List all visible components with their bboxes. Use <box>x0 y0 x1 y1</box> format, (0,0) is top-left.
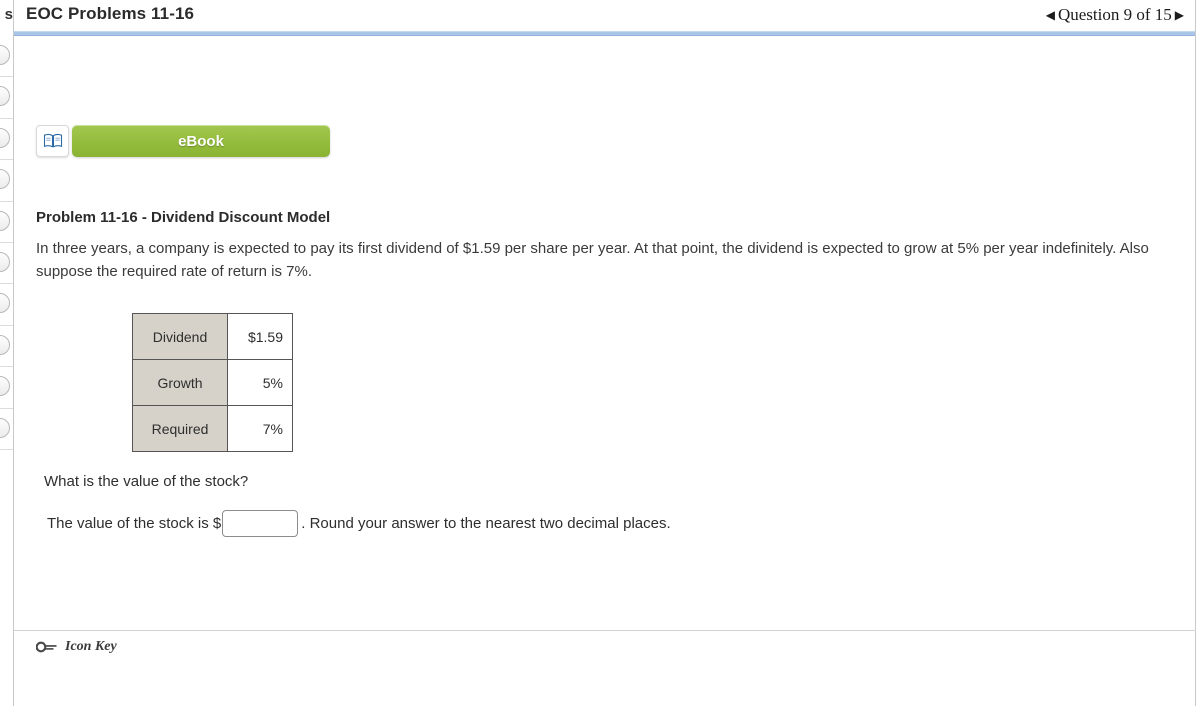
bullet-circle-icon <box>0 169 10 190</box>
answer-row: The value of the stock is $ . Round your… <box>47 510 671 537</box>
table-row: Growth 5% <box>132 359 293 406</box>
table-cell-label: Growth <box>132 359 228 406</box>
list-item[interactable] <box>0 77 13 119</box>
list-item[interactable] <box>0 202 13 243</box>
table-row: Dividend $1.59 <box>132 313 293 360</box>
book-icon[interactable] <box>36 125 69 157</box>
answer-prefix-label: The value of the stock is $ <box>47 515 222 532</box>
table-cell-value: $1.59 <box>227 313 293 360</box>
left-sidebar-rail: s <box>0 0 14 706</box>
answer-suffix-label: . Round your answer to the nearest two d… <box>301 515 671 532</box>
problem-body-text: In three years, a company is expected to… <box>36 240 1149 280</box>
list-item[interactable] <box>0 326 13 368</box>
assumptions-table: Dividend $1.59 Growth 5% Required 7% <box>132 313 293 452</box>
key-icon <box>36 641 57 653</box>
rail-top-letter: s <box>4 6 13 23</box>
list-item[interactable] <box>0 243 13 285</box>
list-item[interactable] <box>0 119 13 161</box>
question-prompt: What is the value of the stock? <box>44 473 249 490</box>
bullet-circle-icon <box>0 127 10 148</box>
bullet-circle-icon <box>0 251 10 272</box>
content-area: eBook Problem 11-16 - Dividend Discount … <box>14 37 1196 622</box>
bullet-circle-icon <box>0 210 10 231</box>
bullet-circle-icon <box>0 86 10 107</box>
question-counter-label: Question 9 of 15 <box>1057 5 1172 24</box>
next-question-icon[interactable]: ▶ <box>1172 8 1187 23</box>
bullet-circle-icon <box>0 334 10 355</box>
table-cell-label: Required <box>132 405 228 452</box>
bullet-circle-icon <box>0 293 10 314</box>
bullet-circle-icon <box>0 376 10 397</box>
table-row: Required 7% <box>132 405 293 452</box>
page-title: EOC Problems 11-16 <box>26 4 195 23</box>
ebook-toolbar: eBook <box>36 125 330 157</box>
header-bar: EOC Problems 11-16 ◀ Question 9 of 15 ▶ <box>14 0 1195 36</box>
ebook-button-label: eBook <box>178 132 224 150</box>
list-item[interactable] <box>0 36 13 78</box>
list-item[interactable] <box>0 409 13 450</box>
footer-bar: Icon Key <box>14 630 1196 706</box>
previous-question-icon[interactable]: ◀ <box>1043 8 1058 23</box>
table-cell-label: Dividend <box>132 313 228 360</box>
list-item[interactable] <box>0 367 13 409</box>
icon-key-button[interactable]: Icon Key <box>36 639 117 655</box>
bullet-circle-icon <box>0 417 10 438</box>
table-cell-value: 5% <box>227 359 293 406</box>
list-item[interactable] <box>0 284 13 326</box>
bullet-circle-icon <box>0 45 10 65</box>
ebook-button[interactable]: eBook <box>72 125 330 157</box>
problem-title: Problem 11-16 - Dividend Discount Model <box>36 209 331 226</box>
list-item[interactable] <box>0 160 13 202</box>
header-accent-rule <box>14 31 1195 36</box>
answer-input[interactable] <box>222 510 299 537</box>
question-navigation: ◀ Question 9 of 15 ▶ <box>1043 5 1187 25</box>
main-panel: EOC Problems 11-16 ◀Question 9 of 15▶ <box>14 0 1196 706</box>
icon-key-label: Icon Key <box>65 639 117 654</box>
table-cell-value: 7% <box>227 405 293 452</box>
